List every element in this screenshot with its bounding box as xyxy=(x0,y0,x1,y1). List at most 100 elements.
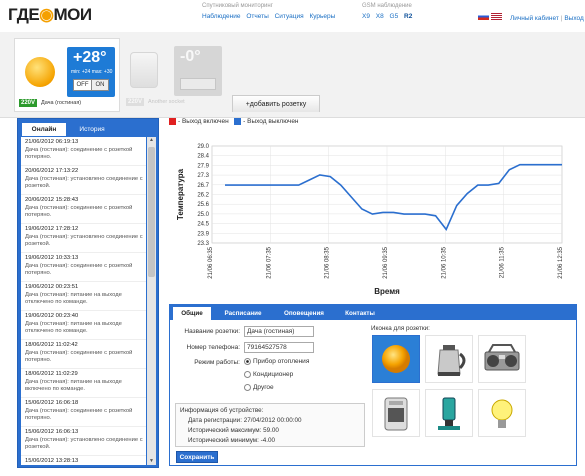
history-text: Дача (гостиная): питание на выходе включ… xyxy=(25,378,122,393)
tab-alerts[interactable]: Оповещения xyxy=(275,307,333,320)
icon-option-sun[interactable] xyxy=(372,335,420,383)
history-date: 20/06/2012 15:28:43 xyxy=(25,197,79,203)
kettle-icon xyxy=(437,345,466,376)
history-item: 15/06/2012 16:06:13 Дача (гостиная): уста… xyxy=(21,427,146,456)
tab-schedule[interactable]: Расписание xyxy=(214,307,272,320)
icon-option-kettle[interactable] xyxy=(425,335,473,383)
mode-label: Режим работы: xyxy=(194,359,240,366)
chart-legend: - Выход включен - Выход выключен xyxy=(169,118,299,125)
logout-link[interactable]: Выход xyxy=(564,15,583,22)
info-min: Исторический минимум: -4.00 xyxy=(188,437,275,444)
lamp-icon xyxy=(438,397,460,430)
history-text: Дача (гостиная): питание на выходе отклю… xyxy=(25,320,122,335)
power-toggle[interactable] xyxy=(180,78,216,90)
mode-other-label: Другое xyxy=(253,384,274,392)
icon-option-radio[interactable] xyxy=(478,335,526,383)
icon-option-heater[interactable] xyxy=(372,389,420,437)
socket-name: Another socket xyxy=(148,99,185,105)
icon-option-lamp[interactable] xyxy=(425,389,473,437)
tab-contacts[interactable]: Контакты xyxy=(336,307,384,320)
x-tick-label: 21/06 11:35 xyxy=(500,246,506,278)
history-date: 19/06/2012 10:33:13 xyxy=(25,255,79,261)
nav-observation[interactable]: Наблюдение xyxy=(202,13,241,20)
y-tick-label: 25.0 xyxy=(197,212,209,218)
tab-online[interactable]: Онлайн xyxy=(22,123,66,136)
radio-icon xyxy=(484,344,520,371)
x-tick-label: 21/06 10:35 xyxy=(441,246,447,278)
radio-selected-icon xyxy=(244,358,251,365)
events-panel: Онлайн История 21/06/2012 06:19:13 Дача (… xyxy=(17,118,159,468)
logo[interactable]: ГДЕ◉МОИ xyxy=(8,5,92,25)
power-toggle[interactable]: OFF ON xyxy=(73,79,109,91)
phone-label: Номер телефона: xyxy=(186,344,241,351)
phone-input[interactable]: 79164527578 xyxy=(244,342,314,353)
flag-ru-icon[interactable] xyxy=(478,13,489,20)
temperature-box: -0° xyxy=(174,46,222,96)
temperature-value: +28° xyxy=(73,49,107,66)
history-date: 15/06/2012 16:06:18 xyxy=(25,400,79,406)
mode-heater-radio[interactable]: Прибор отопления xyxy=(244,358,309,365)
gsm-r2[interactable]: R2 xyxy=(404,13,412,20)
gsm-title: GSM наблюдение xyxy=(362,3,412,9)
temperature-chart: 29.0 28.4 27.9 27.3 26.7 26.2 25.6 25.0 24.5 23.9… xyxy=(176,144,564,296)
history-item: 15/06/2012 13:28:13Дача (гостиная): темп… xyxy=(21,456,146,465)
legend-off-label: - Выход выключен xyxy=(243,118,299,126)
scrollbar[interactable]: ▲ ▼ xyxy=(147,137,156,465)
legend-swatch-off xyxy=(234,118,242,125)
satellite-title: Спутниковый мониторинг xyxy=(202,3,273,9)
history-text: Дача (гостиная): установлено соединение … xyxy=(25,233,143,248)
heater-icon xyxy=(130,52,158,88)
tab-history[interactable]: История xyxy=(68,123,116,136)
info-title: Информация об устройстве: xyxy=(180,407,264,414)
gsm-g5[interactable]: G5 xyxy=(390,13,399,20)
gsm-x9[interactable]: X9 xyxy=(362,13,370,20)
settings-panel: Общие Расписание Оповещения Контакты Наз… xyxy=(169,304,577,466)
mode-conditioner-radio[interactable]: Кондиционер xyxy=(244,371,293,378)
logo-pin-icon: ◉ xyxy=(39,5,54,24)
y-tick-label: 27.3 xyxy=(197,173,209,179)
save-button[interactable]: Сохранить xyxy=(176,451,218,463)
gsm-x8[interactable]: X8 xyxy=(376,13,384,20)
scroll-thumb[interactable] xyxy=(148,147,155,277)
socket-card-active[interactable]: +28° min: +24 max: +30 OFF ON 220V Дача (… xyxy=(14,38,120,112)
mode-other-radio[interactable]: Другое xyxy=(244,384,274,391)
icon-option-bulb[interactable] xyxy=(478,389,526,437)
header-right: Личный кабинет | Выход xyxy=(478,13,584,22)
history-text: Дача (гостиная): установлено соединение … xyxy=(25,175,143,190)
scroll-up-icon[interactable]: ▲ xyxy=(148,137,155,144)
toggle-off[interactable]: OFF xyxy=(74,80,91,90)
tab-general[interactable]: Общие xyxy=(173,307,211,320)
sun-icon xyxy=(25,57,55,87)
temperature-minmax: min: +24 max: +30 xyxy=(71,69,113,75)
history-item: 18/06/2012 11:02:29 Дача (гостиная): пита… xyxy=(21,369,146,398)
voltage-badge: 220V xyxy=(19,99,38,107)
y-tick-label: 23.3 xyxy=(197,241,209,247)
y-tick-label: 23.9 xyxy=(197,231,209,237)
sun-icon xyxy=(382,345,410,373)
x-tick-label: 21/06 09:35 xyxy=(383,246,389,278)
flag-us-icon[interactable] xyxy=(491,13,502,20)
history-text: Дача (гостиная): соединение с розеткой п… xyxy=(25,146,133,161)
history-text: Дача (гостиная): установлено соединение … xyxy=(25,436,143,451)
scroll-down-icon[interactable]: ▼ xyxy=(148,458,155,465)
add-socket-button[interactable]: +добавить розетку xyxy=(232,95,320,112)
history-item: 21/06/2012 06:19:13 Дача (гостиная): соед… xyxy=(21,137,146,166)
gsm-nav: X9 X8 G5 R2 xyxy=(362,13,416,20)
logo-left: ГДЕ xyxy=(8,5,40,24)
y-tick-label: 25.6 xyxy=(197,202,209,208)
radio-icon xyxy=(244,384,251,391)
x-tick-label: 21/06 06:35 xyxy=(208,246,214,278)
nav-situation[interactable]: Ситуация xyxy=(275,13,304,20)
nav-reports[interactable]: Отчеты xyxy=(246,13,268,20)
history-item: 20/06/2012 15:28:43 Дача (гостиная): соед… xyxy=(21,195,146,224)
account-link[interactable]: Личный кабинет xyxy=(510,15,559,22)
history-date: 19/06/2012 00:23:40 xyxy=(25,313,79,319)
history-date: 21/06/2012 06:19:13 xyxy=(25,139,79,145)
satellite-nav: Наблюдение Отчеты Ситуация Курьеры xyxy=(202,13,339,20)
bulb-icon xyxy=(491,399,513,428)
nav-couriers[interactable]: Курьеры xyxy=(309,13,335,20)
socket-name-input[interactable]: Дача (гостиная) xyxy=(244,326,314,337)
socket-card-inactive[interactable]: -0° 220V Another socket xyxy=(122,38,228,112)
device-info-box: Информация об устройстве: Дата регистрац… xyxy=(175,403,365,447)
toggle-on[interactable]: ON xyxy=(91,80,108,90)
